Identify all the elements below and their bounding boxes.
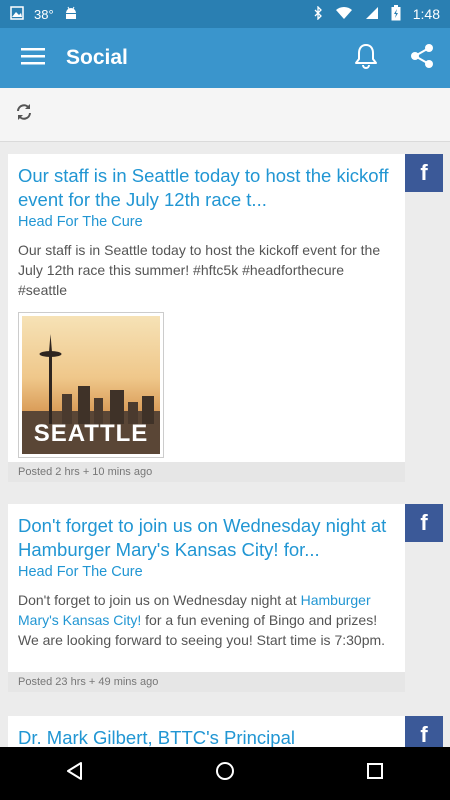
bluetooth-icon	[313, 4, 323, 23]
recents-icon	[366, 762, 384, 785]
back-icon	[65, 761, 85, 786]
post-timestamp: Posted 23 hrs + 49 mins ago	[8, 672, 405, 692]
social-feed: Our staff is in Seattle today to host th…	[0, 142, 450, 747]
post-source[interactable]: Head For The Cure	[18, 564, 395, 580]
notifications-button[interactable]	[338, 28, 394, 88]
post-card[interactable]: Don't forget to join us on Wednesday nig…	[8, 504, 405, 692]
post-title[interactable]: Our staff is in Seattle today to host th…	[18, 164, 395, 212]
post-body: Don't forget to join us on Wednesday nig…	[8, 580, 405, 650]
post-image[interactable]: SEATTLE	[18, 312, 164, 458]
recents-button[interactable]	[345, 747, 405, 800]
system-nav-bar	[0, 747, 450, 800]
post-card[interactable]: Our staff is in Seattle today to host th…	[8, 154, 405, 482]
refresh-button[interactable]	[14, 103, 34, 126]
menu-icon	[21, 47, 45, 70]
signal-icon	[365, 6, 379, 23]
bell-icon	[354, 43, 378, 74]
image-caption: SEATTLE	[33, 420, 149, 447]
refresh-icon	[15, 103, 33, 126]
post-title[interactable]: Don't forget to join us on Wednesday nig…	[18, 514, 395, 562]
post-body: Our staff is in Seattle today to host th…	[18, 242, 381, 298]
home-button[interactable]	[195, 747, 255, 800]
post-card[interactable]: Dr. Mark Gilbert, BTTC's Principal	[8, 716, 405, 747]
temperature: 38°	[34, 6, 54, 22]
share-icon	[409, 43, 435, 74]
clock: 1:48	[412, 6, 440, 22]
page-title: Social	[66, 46, 128, 69]
app-bar: Social	[0, 28, 450, 88]
image-icon	[10, 5, 24, 23]
battery-icon	[391, 4, 401, 24]
facebook-icon[interactable]: f	[405, 504, 443, 542]
facebook-icon[interactable]: f	[405, 154, 443, 192]
android-icon	[64, 6, 78, 23]
post-timestamp: Posted 2 hrs + 10 mins ago	[8, 462, 405, 482]
back-button[interactable]	[45, 747, 105, 800]
post-source[interactable]: Head For The Cure	[18, 214, 395, 230]
facebook-icon[interactable]: f	[405, 716, 443, 747]
post-body-text: Don't forget to join us on Wednesday nig…	[18, 592, 301, 608]
post-title[interactable]: Dr. Mark Gilbert, BTTC's Principal	[18, 726, 395, 747]
share-button[interactable]	[394, 28, 450, 88]
menu-button[interactable]	[0, 28, 66, 88]
home-icon	[215, 761, 235, 786]
wifi-icon	[335, 6, 353, 23]
feed-toolbar	[0, 88, 450, 142]
status-bar: 38° 1:48	[0, 0, 450, 28]
